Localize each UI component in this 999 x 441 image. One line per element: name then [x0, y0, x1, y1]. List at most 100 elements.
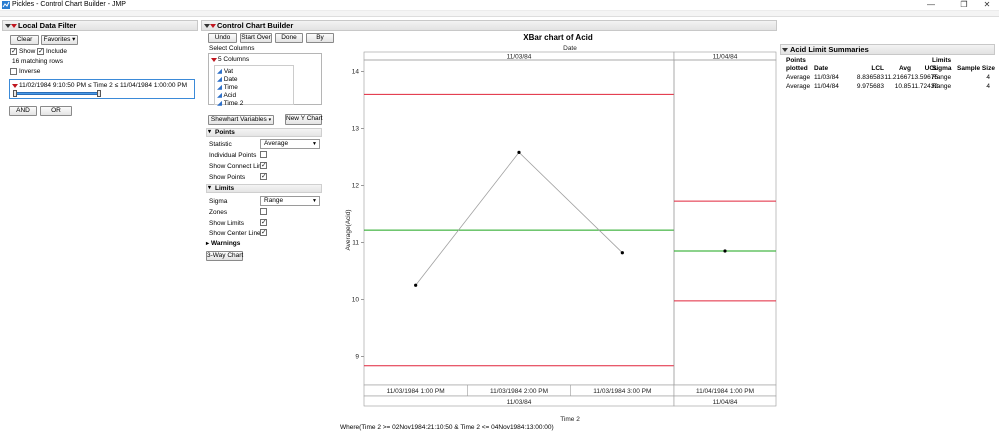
show-limits-checkbox[interactable] — [260, 218, 267, 227]
panel-title: Local Data Filter — [18, 21, 77, 30]
chevron-down-icon: ▼ — [312, 141, 317, 147]
start-over-button[interactable]: Start Over — [240, 33, 272, 43]
zones-label: Zones — [209, 209, 228, 216]
undo-button[interactable]: Undo — [208, 33, 237, 43]
y-axis-title[interactable]: Average(Acid) — [345, 209, 352, 250]
panel-title: Control Chart Builder — [217, 21, 294, 30]
collapse-icon[interactable]: ▾ — [208, 129, 211, 136]
show-connect-line-label: Show Connect Line — [209, 163, 266, 170]
show-center-line-checkbox[interactable] — [260, 228, 267, 237]
columns-list[interactable]: 5 Columns ◢ Vat ◢ Date ◢ Time ◢ Acid ◢ T… — [208, 53, 322, 107]
zones-checkbox[interactable] — [260, 208, 267, 215]
column-item[interactable]: ◢ Time — [217, 83, 238, 91]
limits-section-header[interactable]: ▾ Limits — [206, 184, 322, 193]
column-item[interactable]: ◢ Vat — [217, 67, 233, 75]
jmp-app-icon — [2, 1, 10, 9]
y-tick-label: 9 — [355, 353, 359, 360]
slider-max-handle[interactable] — [97, 90, 101, 97]
columns-menu-icon[interactable] — [211, 58, 217, 62]
red-triangle-menu-icon[interactable] — [11, 24, 17, 28]
new-y-chart-button[interactable]: New Y Chart — [285, 114, 323, 125]
limit-summary-table: Points plotted Limits Date LCL Avg UCL S… — [782, 56, 995, 94]
warnings-section-header[interactable]: ▸ Warnings — [206, 240, 322, 249]
restore-icon[interactable]: ❐ — [953, 0, 975, 10]
continuous-column-icon: ◢ — [217, 84, 222, 91]
col-header-sigma: Sigma — [932, 65, 952, 72]
close-icon[interactable]: ✕ — [976, 0, 998, 10]
table-cell: Average — [786, 83, 811, 90]
local-data-filter-header[interactable]: Local Data Filter — [2, 20, 198, 31]
column-item[interactable]: ◢ Acid — [217, 91, 236, 99]
phase-header-label: 11/04/84 — [713, 54, 738, 61]
section-title: Warnings — [211, 240, 241, 247]
toolbar-strip — [0, 11, 999, 17]
limits-group-header: Limits — [932, 57, 952, 64]
top-axis-title[interactable]: Date — [563, 45, 577, 52]
chevron-down-icon: ▾ — [268, 117, 272, 123]
points-plotted-header: Points — [786, 57, 806, 64]
window-title-bar: Pickles - Control Chart Builder - JMP — … — [0, 0, 999, 11]
table-cell: Average — [786, 74, 811, 81]
individual-points-checkbox[interactable] — [260, 151, 267, 158]
show-points-checkbox[interactable] — [260, 172, 267, 181]
section-title: Points — [215, 129, 235, 136]
chevron-down-icon: ▼ — [312, 198, 317, 204]
points-section-header[interactable]: ▾ Points — [206, 128, 322, 137]
or-button[interactable]: OR — [40, 106, 72, 116]
xbar-chart[interactable]: XBar chart of Acid Date Average(Acid) Ti… — [340, 30, 780, 435]
three-way-chart-button[interactable]: 3-Way Chart — [206, 251, 243, 261]
show-points-label: Show Points — [209, 174, 246, 181]
data-point — [414, 283, 418, 287]
continuous-column-icon: ◢ — [217, 100, 222, 107]
by-button[interactable]: By — [306, 33, 334, 43]
table-cell: 9.975683 — [856, 83, 884, 90]
x-tick-label: 11/04/1984 1:00 PM — [696, 388, 754, 395]
table-cell: 11/04/84 — [814, 83, 839, 90]
show-connect-line-checkbox[interactable] — [260, 161, 267, 170]
col-header-sample-size: Sample Size — [957, 65, 995, 72]
show-checkbox[interactable] — [10, 47, 17, 56]
acid-limit-summaries-header[interactable]: Acid Limit Summaries — [780, 44, 995, 55]
y-tick-label: 12 — [352, 182, 360, 189]
include-checkbox[interactable] — [37, 47, 44, 56]
inverse-label: Inverse — [19, 68, 41, 75]
table-cell: Range — [932, 74, 952, 81]
x-tick-label: 11/03/1984 3:00 PM — [593, 388, 651, 395]
points-plotted-header-2: plotted — [786, 65, 808, 72]
column-item[interactable]: ◢ Date — [217, 75, 238, 83]
done-button[interactable]: Done — [275, 33, 303, 43]
statistic-label: Statistic — [209, 141, 232, 148]
columns-box: ◢ Vat ◢ Date ◢ Time ◢ Acid ◢ Time 2 — [214, 65, 294, 107]
collapse-icon[interactable] — [782, 48, 788, 53]
continuous-column-icon: ◢ — [217, 76, 222, 83]
statistic-select[interactable]: Average ▼ — [260, 139, 320, 149]
x-group-label: 11/04/84 — [713, 399, 738, 406]
shewhart-variables-dropdown[interactable]: Shewhart Variables ▾ — [208, 115, 274, 125]
col-header-lcl: LCL — [871, 65, 884, 72]
col-header-avg: Avg — [898, 65, 911, 72]
series-line — [415, 151, 623, 286]
inverse-checkbox[interactable] — [10, 68, 17, 75]
x-axis-title[interactable]: Time 2 — [560, 416, 580, 423]
x-tick-label: 11/03/1984 1:00 PM — [387, 388, 445, 395]
slider-min-handle[interactable] — [13, 90, 17, 97]
y-tick-label: 13 — [352, 125, 360, 132]
data-point — [620, 251, 624, 255]
filter-menu-icon[interactable] — [12, 84, 18, 88]
and-button[interactable]: AND — [9, 106, 37, 116]
continuous-column-icon: ◢ — [217, 68, 222, 75]
favorites-button[interactable]: Favorites ▾ — [41, 35, 78, 45]
red-triangle-menu-icon[interactable] — [210, 24, 216, 28]
expand-icon[interactable]: ▸ — [206, 241, 209, 247]
minimize-icon[interactable]: — — [920, 0, 942, 10]
where-clause: Where(Time 2 >= 02Nov1984:21:10:50 & Tim… — [340, 424, 554, 431]
sigma-select[interactable]: Range ▼ — [260, 196, 320, 206]
time2-filter-box[interactable]: 11/02/1984 9:10:50 PM ≤ Time 2 ≤ 11/04/1… — [9, 79, 195, 99]
column-item[interactable]: ◢ Time 2 — [217, 99, 243, 107]
table-cell: 11/03/84 — [814, 74, 839, 81]
clear-button[interactable]: Clear — [10, 35, 39, 45]
range-slider-track[interactable] — [15, 92, 99, 95]
x-group-label: 11/03/84 — [507, 399, 532, 406]
collapse-icon[interactable]: ▾ — [208, 185, 211, 192]
chart-title: XBar chart of Acid — [523, 33, 593, 42]
